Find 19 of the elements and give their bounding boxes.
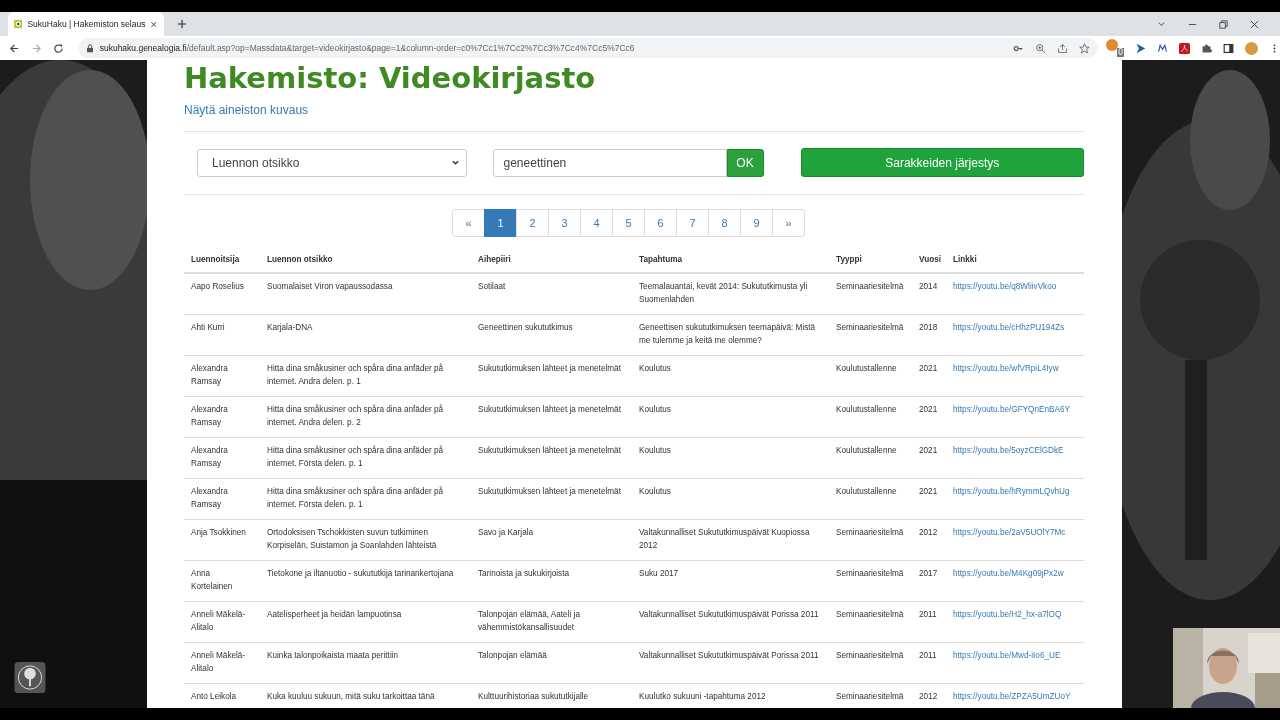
zoom-icon[interactable]: [1035, 42, 1046, 54]
tab-title: SukuHaku | Hakemiston selaus: [27, 19, 146, 29]
restore-icon[interactable]: [1218, 18, 1229, 30]
lock-icon: [85, 43, 94, 53]
address-bar[interactable]: sukuhaku.genealogia.fi/default.asp?op=Massdata&target=videokirjasto&page=1&column-order=c0%7Cc1%7Cc2%7Cc3%7Cc4%7Cc5%7Cc6: [77, 38, 1098, 58]
close-icon[interactable]: [1249, 18, 1260, 30]
new-tab-icon[interactable]: [177, 19, 187, 29]
reload-icon[interactable]: [52, 42, 64, 54]
side-panel-icon[interactable]: [1223, 42, 1234, 54]
play-extension-icon[interactable]: [1135, 42, 1146, 54]
star-icon[interactable]: [1079, 42, 1090, 54]
site-favicon-icon: [14, 19, 23, 29]
url-text: sukuhaku.genealogia.fi/default.asp?op=Massdata&target=videokirjasto&page=1&column-order=c0%7Cc1%7Cc2%7Cc3%7Cc4%7Cc5%7Cc6: [99, 43, 635, 53]
close-tab-icon[interactable]: [150, 19, 158, 29]
browser-tab[interactable]: SukuHaku | Hakemiston selaus: [8, 12, 164, 36]
pdf-icon[interactable]: [1179, 42, 1190, 54]
share-icon[interactable]: [1057, 42, 1068, 54]
back-icon[interactable]: [9, 42, 20, 54]
extension-icon[interactable]: [1157, 42, 1168, 54]
